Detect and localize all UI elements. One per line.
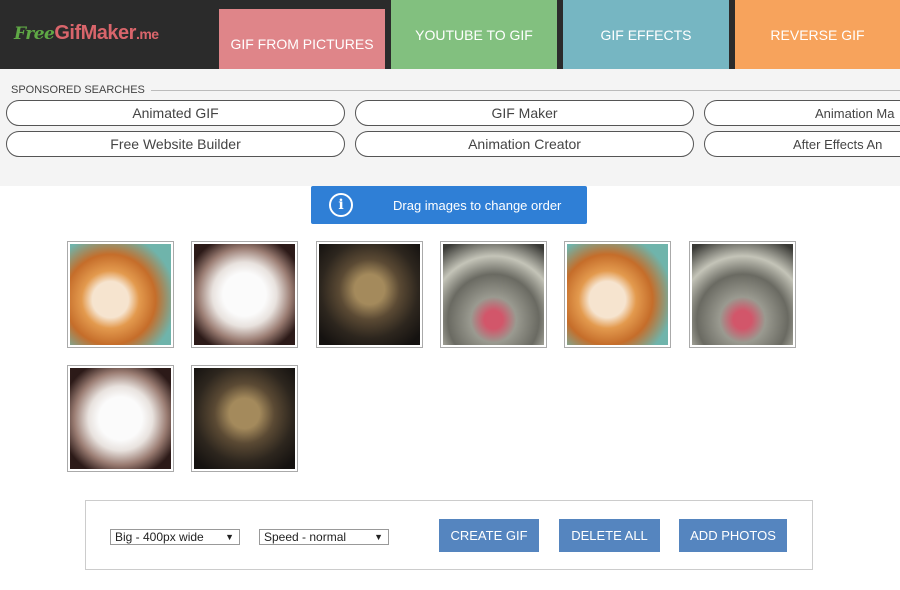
- sponsored-link[interactable]: Animated GIF: [6, 100, 345, 126]
- controls-panel: Big - 400px wide ▼ Speed - normal ▼ CREATE…: [85, 500, 813, 570]
- nav-gif-from-pictures[interactable]: GIF FROM PICTURES: [219, 9, 385, 77]
- white-kitten-image: [70, 368, 171, 469]
- info-icon: i: [329, 193, 353, 217]
- speed-select[interactable]: Speed - normal ▼: [259, 529, 389, 545]
- image-thumbnail[interactable]: [67, 365, 174, 472]
- orange-cat-image: [567, 244, 668, 345]
- logo[interactable]: FreeGifMaker.me: [14, 22, 159, 45]
- sponsored-label: SPONSORED SEARCHES: [11, 84, 151, 96]
- sponsored-link[interactable]: GIF Maker: [355, 100, 694, 126]
- sponsored-link[interactable]: Animation Ma: [704, 100, 900, 126]
- image-thumbnail[interactable]: [440, 241, 547, 348]
- sponsored-searches: SPONSORED SEARCHES Animated GIF GIF Make…: [0, 69, 900, 186]
- nav-reverse-gif[interactable]: REVERSE GIF: [735, 0, 900, 69]
- create-gif-button[interactable]: CREATE GIF: [439, 519, 539, 552]
- image-thumbnail[interactable]: [191, 241, 298, 348]
- delete-all-button[interactable]: DELETE ALL: [559, 519, 660, 552]
- dropdown-arrow-icon: ▼: [225, 532, 234, 542]
- tabby-cat-image: [194, 368, 295, 469]
- info-banner: i Drag images to change order: [311, 186, 587, 224]
- sponsored-link[interactable]: Free Website Builder: [6, 131, 345, 157]
- image-thumbnail[interactable]: [191, 365, 298, 472]
- image-thumbnail[interactable]: [67, 241, 174, 348]
- nav-gif-effects[interactable]: GIF EFFECTS: [563, 0, 729, 69]
- orange-cat-image: [70, 244, 171, 345]
- gray-cat-licking-image: [692, 244, 793, 345]
- sponsored-link[interactable]: After Effects An: [704, 131, 900, 157]
- white-kitten-image: [194, 244, 295, 345]
- image-thumbnail[interactable]: [689, 241, 796, 348]
- tabby-cat-image: [319, 244, 420, 345]
- size-select[interactable]: Big - 400px wide ▼: [110, 529, 240, 545]
- image-thumbnail[interactable]: [564, 241, 671, 348]
- add-photos-button[interactable]: ADD PHOTOS: [679, 519, 787, 552]
- image-thumbnail[interactable]: [316, 241, 423, 348]
- dropdown-arrow-icon: ▼: [374, 532, 383, 542]
- sponsored-link[interactable]: Animation Creator: [355, 131, 694, 157]
- gray-cat-licking-image: [443, 244, 544, 345]
- nav-youtube-to-gif[interactable]: YOUTUBE TO GIF: [391, 0, 557, 69]
